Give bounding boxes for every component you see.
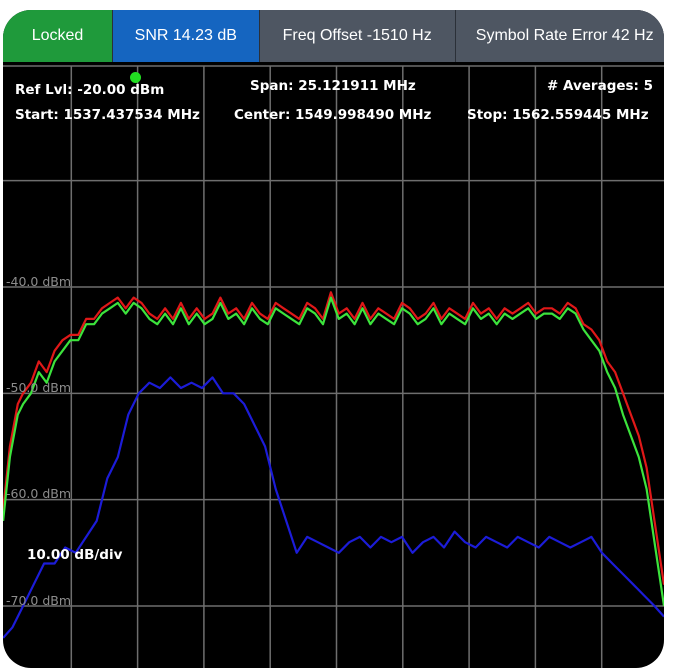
averages-readout: # Averages: 5	[547, 78, 654, 94]
stop-frequency-readout: Stop: 1562.559445 MHz	[467, 107, 649, 123]
spectrum-plot	[3, 65, 664, 668]
analyzer-screen: Locked SNR 14.23 dB Freq Offset -1510 Hz…	[3, 10, 664, 668]
trace-min-hold	[3, 376, 664, 639]
status-tab-bar: Locked SNR 14.23 dB Freq Offset -1510 Hz…	[3, 10, 664, 62]
y-tick-label: -50.0 dBm	[6, 380, 72, 395]
tab-freq-offset[interactable]: Freq Offset -1510 Hz	[259, 10, 456, 62]
y-tick-label: -40.0 dBm	[6, 274, 72, 289]
center-frequency-readout: Center: 1549.998490 MHz	[234, 107, 432, 123]
start-frequency-readout: Start: 1537.437534 MHz	[15, 107, 200, 123]
y-tick-label: -60.0 dBm	[6, 486, 72, 501]
y-tick-label: -70.0 dBm	[6, 593, 72, 608]
trace-max-hold	[3, 291, 664, 585]
spectrum-graph: Ref Lvl: -20.00 dBm Span: 25.121911 MHz …	[3, 62, 664, 668]
span-readout: Span: 25.121911 MHz	[250, 78, 416, 94]
tab-locked[interactable]: Locked	[3, 10, 113, 62]
ref-level-readout: Ref Lvl: -20.00 dBm	[15, 82, 165, 98]
tab-symbol-rate-error[interactable]: Symbol Rate Error 42 Hz	[455, 10, 664, 62]
tab-snr[interactable]: SNR 14.23 dB	[112, 10, 260, 62]
scale-readout: 10.00 dB/div	[27, 547, 123, 563]
